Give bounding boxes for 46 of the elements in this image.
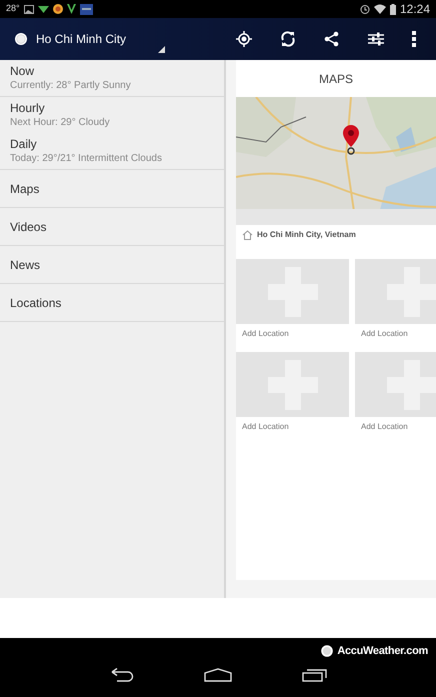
add-location-tile[interactable]: [355, 259, 436, 324]
menu-item[interactable]: Videos: [0, 208, 224, 245]
menu-item[interactable]: News: [0, 246, 224, 283]
app-icon: [80, 4, 93, 14]
download-icon: [38, 4, 49, 14]
menu-item-title: Hourly: [10, 100, 46, 116]
v-icon: [66, 4, 76, 14]
menu-item-title: Daily: [10, 136, 38, 152]
alarm-icon: [360, 4, 370, 14]
location-caption: Ho Chi Minh City, Vietnam: [257, 229, 356, 241]
sun-logo-icon: [321, 645, 334, 658]
tile-label: Add Location: [242, 422, 289, 431]
home-icon[interactable]: [204, 668, 232, 682]
battery-icon: [390, 4, 396, 14]
menu-item-subtitle: Currently: 28° Partly Sunny: [10, 79, 132, 93]
overflow-menu-icon[interactable]: [412, 31, 416, 47]
add-location-tile[interactable]: [236, 352, 349, 417]
brand-logo-text: AccuWeather.com: [337, 644, 428, 659]
clock-text: 12:24: [400, 1, 430, 18]
add-location-tile[interactable]: [355, 352, 436, 417]
wifi-icon: [374, 4, 386, 14]
panel-title: MAPS: [318, 71, 354, 88]
circle-icon: [52, 4, 63, 14]
home-icon: [242, 230, 253, 240]
menu-item-subtitle: Next Hour: 29° Cloudy: [10, 116, 111, 130]
tile-label: Add Location: [361, 329, 408, 338]
menu-item[interactable]: Locations: [0, 284, 224, 321]
locate-icon[interactable]: [236, 31, 252, 47]
menu-item-subtitle: Today: 29°/21° Intermittent Clouds: [10, 152, 163, 166]
menu-item[interactable]: Hourly Next Hour: 29° Cloudy: [0, 97, 224, 133]
settings-icon[interactable]: [368, 32, 384, 46]
refresh-icon[interactable]: [280, 31, 296, 47]
map-pin-icon: [342, 125, 360, 155]
dropdown-corner-icon: [158, 46, 165, 53]
menu-item[interactable]: Now Currently: 28° Partly Sunny: [0, 60, 224, 96]
recent-apps-icon[interactable]: [302, 668, 328, 682]
share-icon[interactable]: [324, 31, 340, 47]
menu-item-title: Now: [10, 63, 36, 79]
menu-item[interactable]: Maps: [0, 170, 224, 207]
temperature-text: 28°: [6, 2, 20, 16]
tile-label: Add Location: [242, 329, 289, 338]
menu-item[interactable]: Daily Today: 29°/21° Intermittent Clouds: [0, 133, 224, 169]
image-icon: [24, 4, 34, 14]
add-location-tile[interactable]: [236, 259, 349, 324]
tile-label: Add Location: [361, 422, 408, 431]
sun-icon: [14, 32, 28, 46]
